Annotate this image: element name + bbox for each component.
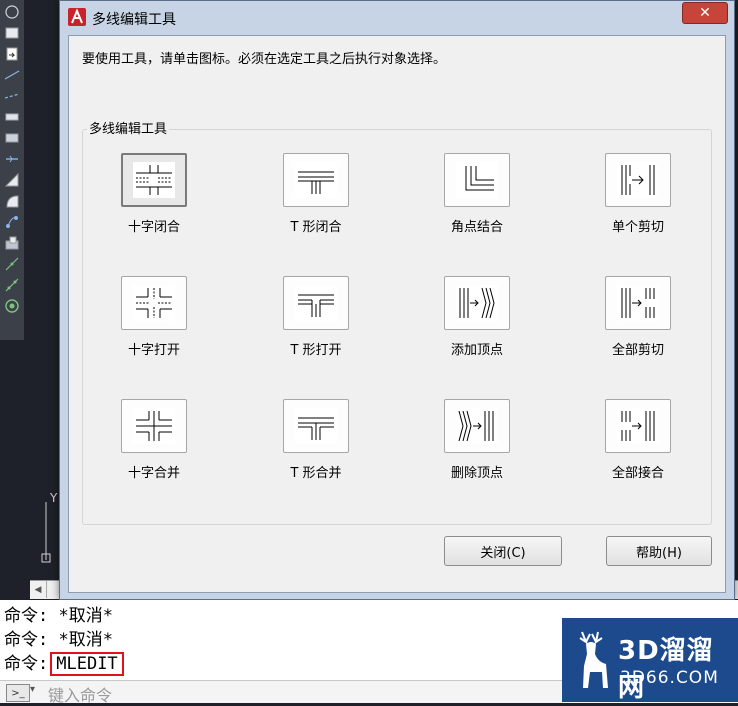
hatch-tool-icon[interactable] — [2, 213, 22, 231]
command-text: *取消* — [48, 606, 113, 626]
tool-tee-open[interactable]: T 形打开 — [259, 276, 379, 376]
help-button[interactable]: 帮助(H) — [606, 536, 712, 566]
tool-button[interactable] — [121, 276, 187, 330]
scroll-left-icon[interactable]: ◀ — [30, 581, 47, 598]
history-line: 命令: *取消* — [4, 604, 113, 628]
group-label: 多线编辑工具 — [87, 118, 170, 137]
tool-cross-open[interactable]: 十字打开 — [97, 276, 217, 376]
tool-label: 角点结合 — [450, 220, 503, 235]
deer-logo-icon — [579, 631, 608, 688]
tool-label: 全部接合 — [611, 466, 664, 481]
dialog-body: 要使用工具，请单击图标。必须在选定工具之后执行对象选择。 多线编辑工具 十字闭合… — [68, 35, 726, 593]
tool-delete-vertex[interactable]: 删除顶点 — [420, 399, 540, 499]
command-prompt-icon[interactable]: >_ — [6, 684, 30, 702]
polyline-tool-icon[interactable] — [2, 108, 22, 126]
tool-label: 单个剪切 — [611, 220, 664, 235]
autocad-logo-icon — [68, 8, 86, 26]
delete-vertex-icon — [458, 410, 494, 442]
tool-button[interactable] — [283, 399, 349, 453]
rectangle-tool-icon[interactable] — [2, 24, 22, 42]
tool-button[interactable] — [605, 153, 671, 207]
tool-label: 删除顶点 — [450, 466, 503, 481]
close-button[interactable]: 关闭(C) — [444, 536, 562, 566]
close-icon: ✕ — [699, 5, 711, 21]
dialog-title: 多线编辑工具 — [92, 12, 176, 28]
tool-cut-single[interactable]: 单个剪切 — [581, 153, 701, 253]
tool-button[interactable] — [605, 399, 671, 453]
tool-weld-all[interactable]: 全部接合 — [581, 399, 701, 499]
tool-label: T 形打开 — [290, 343, 342, 358]
highlighted-command: MLEDIT — [50, 652, 124, 676]
tool-label: 十字闭合 — [127, 220, 180, 235]
command-prefix: 命令: — [4, 654, 49, 674]
history-line: 命令: MLEDIT — [4, 652, 124, 676]
spline-tool-icon[interactable] — [2, 171, 22, 189]
tool-corner-joint[interactable]: 角点结合 — [420, 153, 540, 253]
donut-tool-icon[interactable] — [2, 297, 22, 315]
tool-cut-all[interactable]: 全部剪切 — [581, 276, 701, 376]
circle-tool-icon[interactable] — [2, 3, 22, 21]
draw-toolbar — [0, 0, 25, 340]
tee-open-icon — [298, 294, 334, 317]
tool-label: 全部剪切 — [611, 343, 664, 358]
tool-button[interactable] — [605, 276, 671, 330]
command-prefix: 命令: — [4, 606, 49, 626]
corner-joint-icon — [465, 166, 494, 191]
tool-button[interactable] — [283, 153, 349, 207]
ellipse-tool-icon[interactable] — [2, 192, 22, 210]
tool-button[interactable] — [444, 153, 510, 207]
close-window-button[interactable]: ✕ — [682, 2, 728, 24]
tool-button[interactable] — [444, 276, 510, 330]
watermark-domain: 3D66.COM — [620, 668, 719, 688]
tool-cross-closed[interactable]: 十字闭合 — [97, 153, 217, 253]
watermark-brand: 3D溜溜网 — [618, 636, 714, 703]
tee-closed-icon — [298, 171, 334, 194]
weld-all-icon — [621, 411, 655, 441]
polygon-tool-icon[interactable] — [2, 129, 22, 147]
command-prefix: 命令: — [4, 630, 49, 650]
cross-closed-icon — [136, 165, 172, 195]
tool-button[interactable] — [444, 399, 510, 453]
divide-tool-icon[interactable] — [2, 276, 22, 294]
instruction-text: 要使用工具，请单击图标。必须在选定工具之后执行对象选择。 — [82, 52, 447, 67]
line-tool-icon[interactable] — [2, 66, 22, 84]
tool-tee-merged[interactable]: T 形合并 — [259, 399, 379, 499]
command-placeholder: 键入命令 — [48, 686, 113, 705]
tool-tee-closed[interactable]: T 形闭合 — [259, 153, 379, 253]
tee-merged-icon — [298, 417, 334, 440]
watermark-logo: 3D溜溜网 3D66.COM — [562, 618, 738, 703]
tool-label: T 形合并 — [290, 466, 342, 481]
cross-merged-icon — [136, 411, 172, 441]
cut-all-icon — [621, 288, 655, 318]
command-text: *取消* — [48, 630, 113, 650]
tool-button[interactable] — [283, 276, 349, 330]
tool-button[interactable] — [121, 153, 187, 207]
construction-line-icon[interactable] — [2, 87, 22, 105]
tool-label: 添加顶点 — [450, 343, 503, 358]
arc-tool-icon[interactable] — [2, 150, 22, 168]
cut-single-icon — [621, 165, 655, 195]
insert-block-icon[interactable] — [2, 45, 22, 63]
mledit-dialog: 多线编辑工具 ✕ 要使用工具，请单击图标。必须在选定工具之后执行对象选择。 多线… — [59, 0, 735, 600]
history-line: 命令: *取消* — [4, 628, 113, 652]
tool-cross-merged[interactable]: 十字合并 — [97, 399, 217, 499]
tool-label: 十字打开 — [127, 343, 180, 358]
tool-button[interactable] — [121, 399, 187, 453]
chevron-down-icon[interactable]: ▾ — [30, 684, 35, 695]
tool-label: T 形闭合 — [290, 220, 342, 235]
cross-open-icon — [136, 288, 172, 318]
tool-add-vertex[interactable]: 添加顶点 — [420, 276, 540, 376]
tool-label: 十字合并 — [127, 466, 180, 481]
ucs-y-label: Y — [49, 491, 58, 505]
region-tool-icon[interactable] — [2, 234, 22, 252]
dialog-titlebar[interactable]: 多线编辑工具 ✕ — [60, 1, 734, 35]
point-tool-icon[interactable] — [2, 255, 22, 273]
add-vertex-icon — [459, 287, 495, 319]
